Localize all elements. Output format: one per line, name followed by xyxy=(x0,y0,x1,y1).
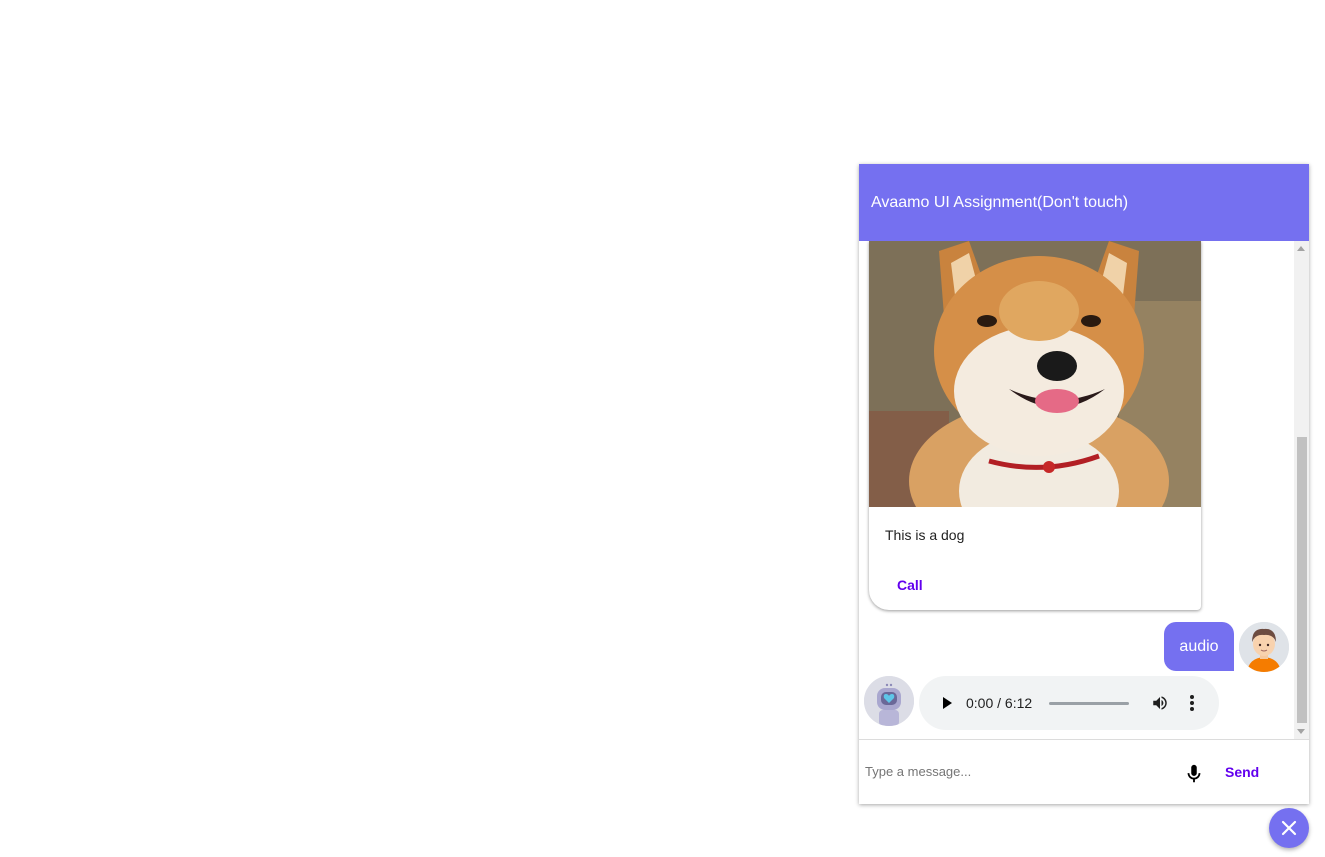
close-chat-button[interactable] xyxy=(1269,808,1309,848)
card-text: This is a dog xyxy=(885,527,965,543)
play-icon[interactable] xyxy=(943,697,952,709)
robot-icon xyxy=(864,676,914,726)
image-card: This is a dog Call xyxy=(869,241,1201,610)
message-scrollbar[interactable] xyxy=(1294,241,1309,739)
mic-icon[interactable] xyxy=(1183,762,1205,786)
chat-title: Avaamo UI Assignment(Don't touch) xyxy=(871,193,1129,211)
user-avatar-icon xyxy=(1239,622,1289,672)
audio-progress-slider[interactable] xyxy=(1049,702,1129,705)
more-vert-icon[interactable] xyxy=(1185,694,1199,712)
user-avatar xyxy=(1239,622,1289,672)
scroll-up-arrow-icon[interactable] xyxy=(1297,246,1305,251)
dog-illustration xyxy=(869,241,1201,507)
user-message-bubble: audio xyxy=(1164,622,1234,671)
message-input[interactable] xyxy=(859,740,1169,803)
message-list[interactable]: This is a dog Call audio 0:00 / 6:12 xyxy=(859,241,1309,739)
scroll-down-arrow-icon[interactable] xyxy=(1297,729,1305,734)
chat-window: Avaamo UI Assignment(Don't touch) This i… xyxy=(859,164,1309,804)
chat-header: Avaamo UI Assignment(Don't touch) xyxy=(859,164,1309,241)
scroll-thumb[interactable] xyxy=(1297,437,1307,723)
audio-player: 0:00 / 6:12 xyxy=(919,676,1219,730)
close-icon xyxy=(1281,820,1297,836)
bot-avatar xyxy=(864,676,914,726)
call-button[interactable]: Call xyxy=(897,577,923,593)
volume-icon[interactable] xyxy=(1151,694,1169,712)
dog-image xyxy=(869,241,1201,507)
user-message-text: audio xyxy=(1179,637,1219,655)
message-composer: Send xyxy=(859,739,1309,804)
send-button[interactable]: Send xyxy=(1225,764,1259,780)
audio-time: 0:00 / 6:12 xyxy=(966,695,1033,711)
